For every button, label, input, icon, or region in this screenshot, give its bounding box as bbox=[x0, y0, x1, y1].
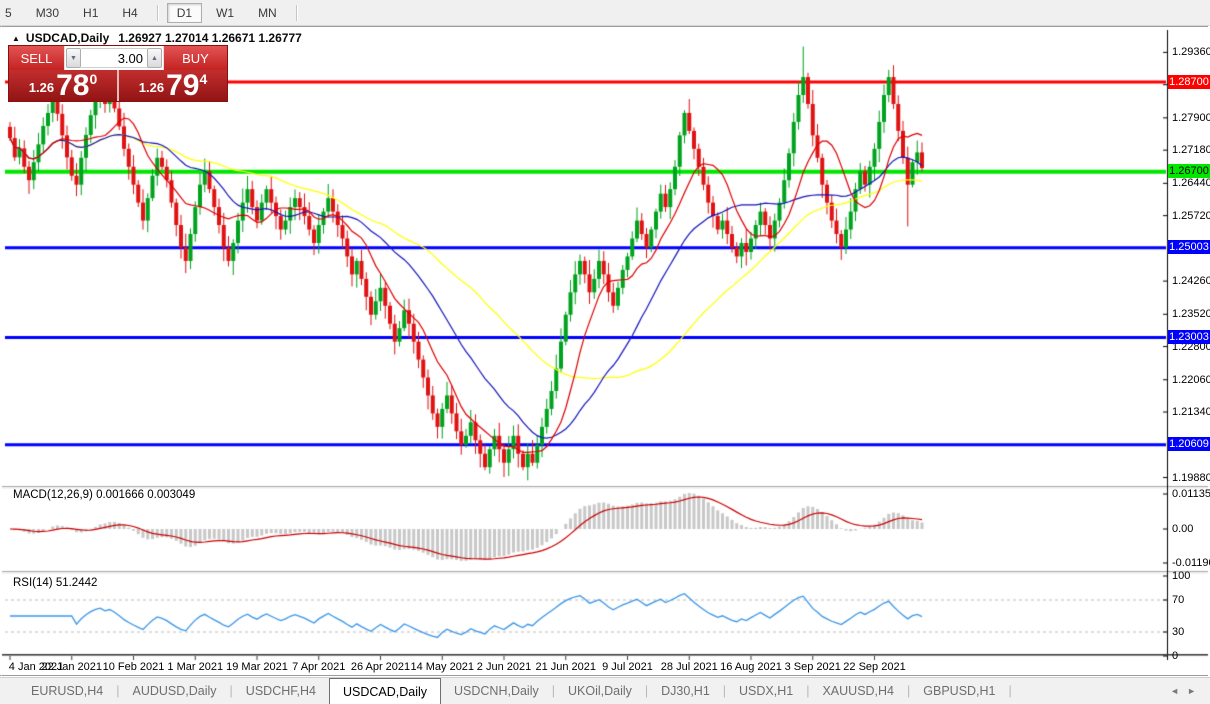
tabs-scroll-left-icon[interactable]: ◄ bbox=[1170, 686, 1179, 696]
tab-gbpusd-h1[interactable]: GBPUSD,H1 bbox=[910, 678, 1008, 704]
date-axis-label: 10 Feb 2021 bbox=[102, 661, 165, 673]
tab-dj30-h1[interactable]: DJ30,H1 bbox=[648, 678, 723, 704]
tab-usdcnh-daily[interactable]: USDCNH,Daily bbox=[441, 678, 552, 704]
price-level-badge: 1.25003 bbox=[1168, 240, 1210, 255]
one-click-trading-panel: SELL ▼ ▲ BUY 1.26 78 0 1.26 79 4 bbox=[8, 45, 228, 102]
buy-price-display[interactable]: 1.26 79 4 bbox=[119, 70, 227, 101]
price-chart-canvas[interactable] bbox=[0, 0, 1210, 704]
sell-button[interactable]: SELL bbox=[9, 46, 65, 70]
price-level-badge: 1.20609 bbox=[1168, 437, 1210, 452]
volume-decrease-button[interactable]: ▼ bbox=[66, 48, 81, 68]
buy-button[interactable]: BUY bbox=[163, 46, 227, 70]
buy-price-prefix: 1.26 bbox=[138, 80, 165, 95]
price-axis-label: 1.23520 bbox=[1172, 308, 1210, 321]
tab-separator: | bbox=[1008, 684, 1012, 698]
date-axis-label: 3 Sep 2021 bbox=[784, 661, 841, 673]
rsi-axis-label: 100 bbox=[1172, 570, 1191, 582]
rsi-axis-label: 30 bbox=[1172, 626, 1185, 638]
volume-input[interactable] bbox=[81, 48, 147, 68]
sell-price-point: 0 bbox=[89, 71, 98, 87]
chart-ohlc-values: 1.26927 1.27014 1.26671 1.26777 bbox=[118, 31, 302, 45]
date-axis-label: 1 Mar 2021 bbox=[167, 661, 224, 673]
price-axis-label: 1.27900 bbox=[1172, 111, 1210, 124]
tab-usdchf-h4[interactable]: USDCHF,H4 bbox=[233, 678, 329, 704]
date-axis-label: 14 May 2021 bbox=[410, 661, 475, 673]
price-level-badge: 1.23003 bbox=[1168, 329, 1210, 344]
tab-ukoil-daily[interactable]: UKOil,Daily bbox=[555, 678, 645, 704]
tab-audusd-daily[interactable]: AUDUSD,Daily bbox=[120, 678, 230, 704]
date-axis-label: 26 Apr 2021 bbox=[350, 661, 411, 673]
tabs-scroll-right-icon[interactable]: ► bbox=[1187, 686, 1196, 696]
price-axis-label: 1.24260 bbox=[1172, 275, 1210, 288]
macd-axis-label: 0.01135 bbox=[1172, 488, 1210, 500]
price-axis-label: 1.27180 bbox=[1172, 144, 1210, 157]
rsi-axis-label: 70 bbox=[1172, 594, 1185, 606]
date-axis-label: 19 Mar 2021 bbox=[226, 661, 288, 673]
macd-indicator-label: MACD(12,26,9) 0.001666 0.003049 bbox=[13, 489, 196, 501]
macd-axis-label: 0.00 bbox=[1172, 523, 1194, 535]
price-axis-label: 1.21340 bbox=[1172, 406, 1210, 419]
tab-usdcad-daily[interactable]: USDCAD,Daily bbox=[328, 678, 441, 704]
chart-tab-bar: EURUSD,H4 | AUDUSD,Daily | USDCHF,H4 USD… bbox=[0, 677, 1210, 704]
tab-xauusd-h4[interactable]: XAUUSD,H4 bbox=[809, 678, 907, 704]
date-axis-label: 7 Apr 2021 bbox=[292, 661, 346, 673]
price-level-badge: 1.28700 bbox=[1168, 74, 1210, 89]
date-axis-label: 9 Jul 2021 bbox=[602, 661, 653, 673]
buy-price-pips: 79 bbox=[166, 69, 200, 103]
rsi-indicator-label: RSI(14) 51.2442 bbox=[13, 577, 98, 589]
price-axis-label: 1.25720 bbox=[1172, 209, 1210, 222]
collapse-triangle-icon[interactable]: ▲ bbox=[12, 34, 20, 43]
sell-price-prefix: 1.26 bbox=[28, 80, 55, 95]
price-axis-label: 1.19880 bbox=[1172, 471, 1210, 484]
tab-usdx-h1[interactable]: USDX,H1 bbox=[726, 678, 806, 704]
date-axis-label: 28 Jul 2021 bbox=[660, 661, 718, 673]
price-axis-label: 1.29360 bbox=[1172, 46, 1210, 59]
date-axis-label: 22 Sep 2021 bbox=[843, 661, 906, 673]
tab-eurusd-h4[interactable]: EURUSD,H4 bbox=[18, 678, 116, 704]
price-level-badge: 1.26700 bbox=[1168, 164, 1210, 179]
date-axis-label: 22 Jan 2021 bbox=[41, 661, 103, 673]
price-axis-label: 1.22060 bbox=[1172, 373, 1210, 386]
buy-price-point: 4 bbox=[199, 71, 208, 87]
price-axis-label: 1.26440 bbox=[1172, 177, 1210, 190]
sell-price-pips: 78 bbox=[56, 69, 90, 103]
chart-title: ▲ USDCAD,Daily 1.26927 1.27014 1.26671 1.2… bbox=[12, 31, 302, 45]
chart-symbol-label: USDCAD,Daily bbox=[25, 31, 110, 45]
mt4-terminal: { "toolbar": {"items": ["5", "M30", "H1"… bbox=[0, 0, 1210, 704]
date-axis-label: 16 Aug 2021 bbox=[720, 661, 782, 673]
volume-increase-button[interactable]: ▲ bbox=[147, 48, 162, 68]
rsi-axis-label: 0 bbox=[1172, 650, 1179, 662]
date-axis-label: 2 Jun 2021 bbox=[476, 661, 532, 673]
sell-price-display[interactable]: 1.26 78 0 bbox=[9, 70, 119, 101]
macd-axis-label: -0.01190 bbox=[1172, 557, 1210, 569]
volume-spinner: ▼ ▲ bbox=[65, 46, 163, 70]
date-axis-label: 21 Jun 2021 bbox=[535, 661, 597, 673]
